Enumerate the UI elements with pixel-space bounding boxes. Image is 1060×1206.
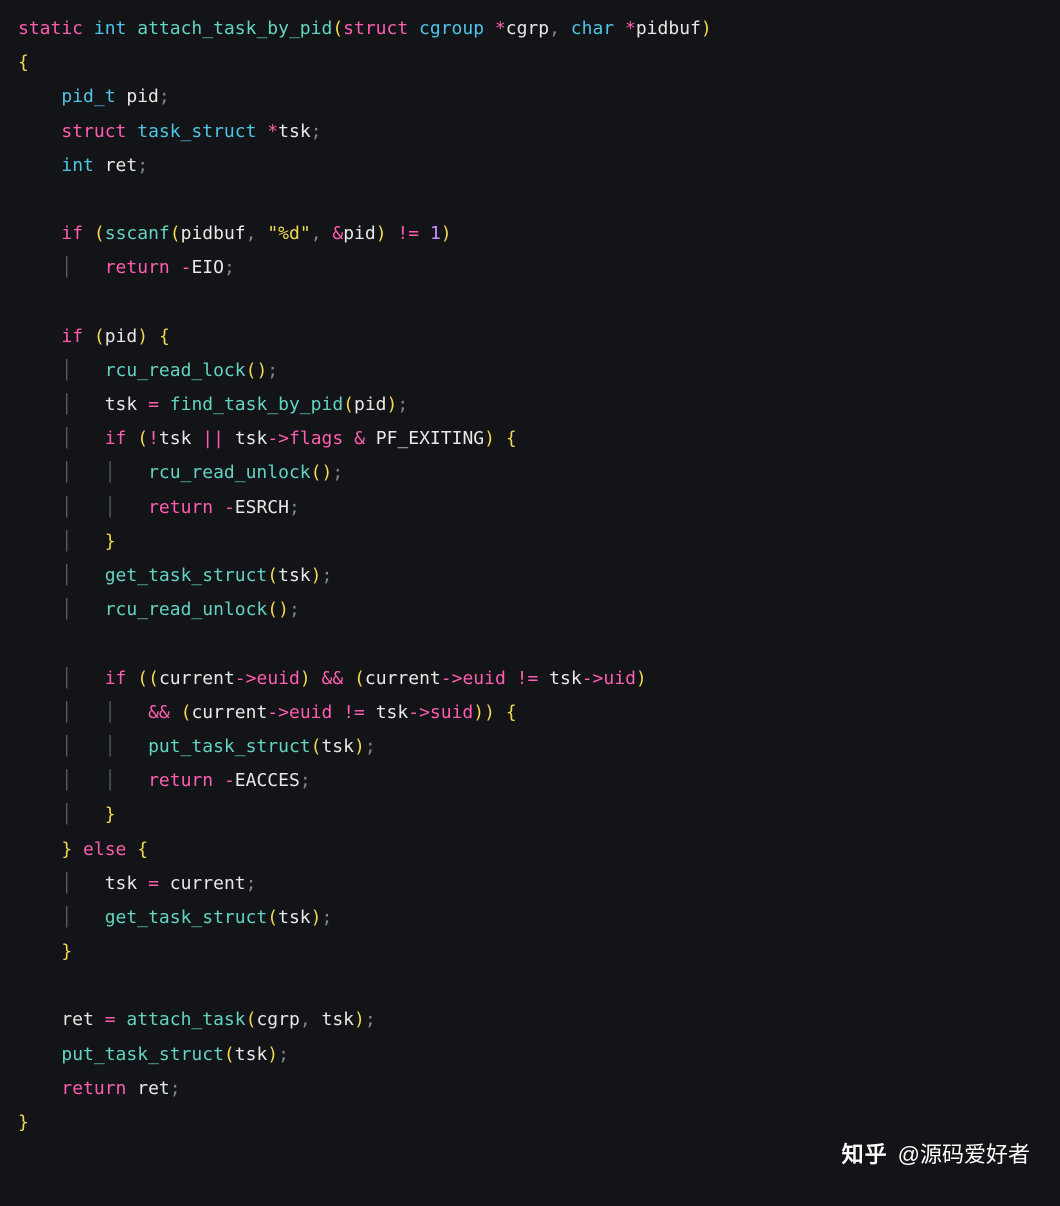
- watermark: 知乎 @源码爱好者: [842, 1134, 1030, 1176]
- watermark-logo: 知乎: [842, 1134, 888, 1176]
- code-block: static int attach_task_by_pid(struct cgr…: [18, 12, 1042, 1140]
- watermark-author: @源码爱好者: [898, 1134, 1030, 1176]
